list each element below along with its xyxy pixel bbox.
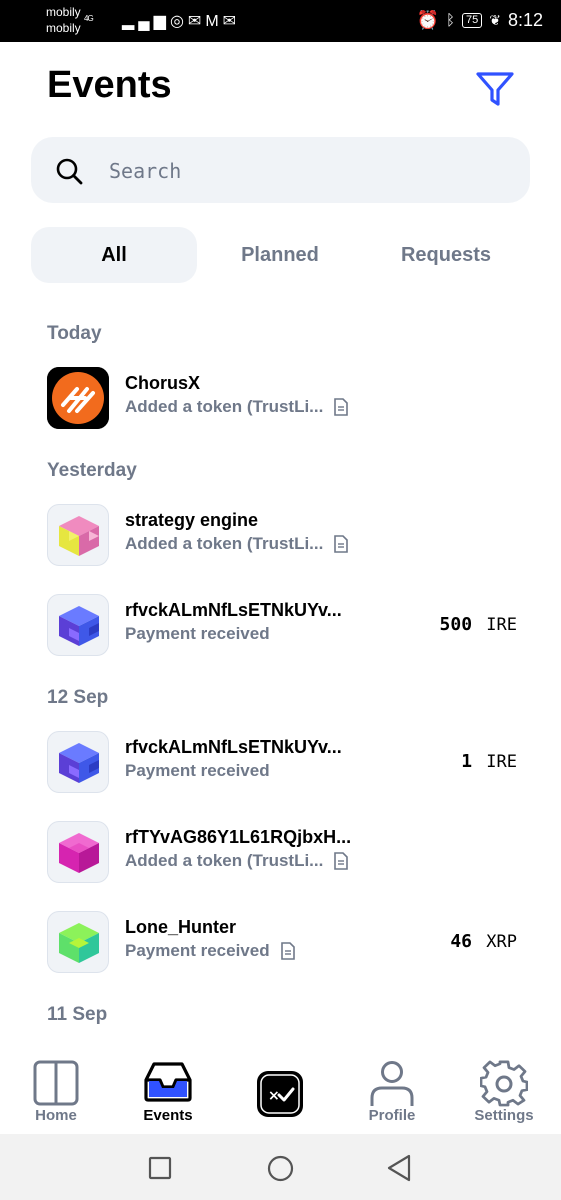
event-subtitle-text: Added a token (TrustLi... — [125, 397, 324, 416]
amount-currency: IRE — [486, 752, 517, 772]
home-circle-icon[interactable] — [267, 1155, 294, 1182]
nav-home-label: Home — [35, 1107, 77, 1124]
bottom-nav: Home Events × Profile Settings — [0, 1048, 561, 1134]
event-amount: 1 IRE — [461, 751, 517, 772]
message-icon: ✉ — [222, 13, 241, 30]
event-title: strategy engine — [125, 510, 259, 530]
status-right: ⏰ ᛒ 75 ❦ 8:12 — [417, 10, 543, 31]
event-subtitle: Payment received — [125, 761, 270, 781]
tab-requests[interactable]: Requests — [363, 227, 529, 283]
avatar-strategy-engine — [47, 504, 109, 566]
amount-value: 500 — [439, 614, 473, 635]
chorusx-logo — [47, 367, 109, 429]
hotspot-icon: ◎ — [169, 13, 188, 30]
avatar-lone-hunter — [47, 911, 109, 973]
back-icon[interactable] — [386, 1154, 412, 1182]
profile-icon — [370, 1061, 414, 1106]
event-item[interactable]: rfvckALmNfLsETNkUYv... Payment received … — [47, 731, 517, 795]
mail-icon: ✉ — [187, 13, 206, 30]
event-subtitle: Added a token (TrustLi... — [125, 851, 349, 871]
section-header-11-sep: 11 Sep — [47, 1004, 108, 1025]
carrier-labels: mobily mobily — [46, 4, 81, 36]
section-header-12-sep: 12 Sep — [47, 687, 109, 708]
amount-value: 1 — [461, 751, 473, 772]
amount-value: 46 — [450, 931, 473, 952]
inbox-icon — [144, 1062, 192, 1102]
tab-planned[interactable]: Planned — [197, 227, 363, 283]
status-bar: mobily mobily 4G ▂▄▆◎✉M✉ ⏰ ᛒ 75 ❦ 8:12 — [0, 0, 561, 42]
event-subtitle: Added a token (TrustLi... — [125, 397, 349, 417]
event-subtitle-text: Payment received — [125, 761, 270, 780]
network-type: 4G — [84, 14, 94, 23]
event-title: Lone_Hunter — [125, 917, 237, 937]
document-icon — [334, 398, 349, 416]
recents-icon[interactable] — [148, 1156, 172, 1180]
search-input[interactable] — [107, 155, 491, 187]
avatar-account — [47, 594, 109, 656]
avatar-chorusx — [47, 367, 109, 429]
section-header-today: Today — [47, 323, 102, 344]
home-icon — [33, 1060, 79, 1106]
event-subtitle-text: Payment received — [125, 941, 270, 960]
gear-icon — [480, 1060, 528, 1107]
document-icon — [334, 535, 349, 553]
document-icon — [334, 852, 349, 870]
event-subtitle-text: Added a token (TrustLi... — [125, 534, 324, 553]
system-nav-bar — [0, 1134, 561, 1200]
hash-cube-blue-purple — [59, 606, 99, 646]
document-icon — [280, 942, 295, 960]
event-item[interactable]: Lone_Hunter Payment received 46 XRP — [47, 911, 517, 975]
page-title: Events — [47, 64, 172, 106]
event-item[interactable]: ChorusX Added a token (TrustLi... — [47, 367, 517, 431]
signal-icon: ▂▄▆ — [122, 13, 170, 30]
nav-profile[interactable]: Profile — [347, 1048, 437, 1134]
tab-all[interactable]: All — [31, 227, 197, 283]
carrier-2: mobily — [46, 21, 81, 35]
event-title: rfvckALmNfLsETNkUYv... — [125, 600, 342, 620]
amount-currency: XRP — [486, 932, 517, 952]
search-bar[interactable] — [31, 137, 530, 203]
hash-cube-yellow-pink — [59, 516, 99, 556]
event-title: rfTYvAG86Y1L61RQjbxH... — [125, 827, 352, 847]
event-item[interactable]: rfvckALmNfLsETNkUYv... Payment received … — [47, 594, 517, 658]
battery-icon: 75 — [461, 13, 483, 28]
event-title: ChorusX — [125, 373, 201, 393]
nav-events-label: Events — [143, 1107, 193, 1124]
notification-icons: ▂▄▆◎✉M✉ — [122, 11, 240, 31]
hash-cube-blue-purple — [59, 743, 99, 783]
event-subtitle-text: Payment received — [125, 624, 270, 643]
event-item[interactable]: strategy engine Added a token (TrustLi..… — [47, 504, 517, 568]
bluetooth-icon: ᛒ — [445, 12, 455, 29]
nav-settings[interactable]: Settings — [459, 1048, 549, 1134]
amount-currency: IRE — [486, 615, 517, 635]
event-title: rfvckALmNfLsETNkUYv... — [125, 737, 342, 757]
alarm-icon: ⏰ — [416, 10, 439, 30]
nav-scan[interactable]: × — [235, 1048, 325, 1134]
avatar-account — [47, 821, 109, 883]
hash-cube-green — [59, 923, 99, 963]
section-header-yesterday: Yesterday — [47, 460, 137, 481]
leaf-icon: ❦ — [489, 12, 501, 28]
filter-button[interactable] — [474, 68, 516, 110]
gmail-icon: M — [205, 13, 223, 30]
event-amount: 46 XRP — [450, 931, 517, 952]
event-item[interactable]: rfTYvAG86Y1L61RQjbxH... Added a token (T… — [47, 821, 517, 885]
event-subtitle: Payment received — [125, 941, 296, 961]
event-subtitle: Payment received — [125, 624, 270, 644]
search-icon — [56, 158, 83, 185]
xumm-scan-icon: × — [257, 1071, 303, 1117]
event-amount: 500 IRE — [440, 614, 517, 635]
clock: 8:12 — [507, 10, 543, 30]
nav-settings-label: Settings — [474, 1107, 534, 1124]
event-subtitle-text: Added a token (TrustLi... — [125, 851, 324, 870]
filter-icon — [476, 72, 514, 106]
nav-events[interactable]: Events — [123, 1048, 213, 1134]
hash-cube-magenta — [59, 833, 99, 873]
avatar-account — [47, 731, 109, 793]
nav-home[interactable]: Home — [11, 1048, 101, 1134]
event-subtitle: Added a token (TrustLi... — [125, 534, 349, 554]
nav-profile-label: Profile — [368, 1107, 416, 1124]
carrier-1: mobily — [46, 5, 81, 19]
